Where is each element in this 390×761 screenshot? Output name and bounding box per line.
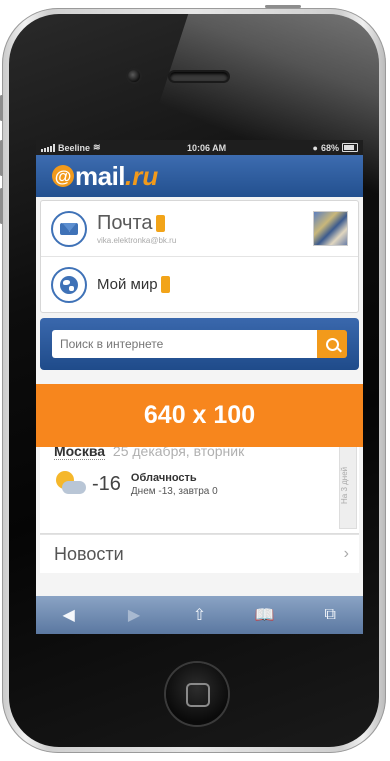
front-camera-icon [128,70,140,82]
status-time: 10:06 AM [186,142,227,153]
my-world-badge [160,276,170,293]
mail-account: vika.elektronka@bk.ru [97,236,177,245]
home-square-icon [186,683,210,707]
ad-banner[interactable]: 640 x 100 [36,384,363,447]
tabs-icon[interactable]: ⧉ [310,606,350,624]
power-button [265,5,301,8]
news-row[interactable]: Новости › [40,534,359,573]
browser-toolbar: ◀ ▶ ⇧ 📖 ⧉ [36,596,363,634]
carrier-name: Beeline [58,142,91,153]
service-row-mail[interactable]: Почта vika.elektronka@bk.ru [41,201,358,256]
chevron-right-icon: › [343,545,349,562]
services-panel: Почта vika.elektronka@bk.ru Мой мир [40,200,359,313]
avatar[interactable] [313,211,348,246]
signal-icon [41,143,55,152]
battery-percent: 68% [320,142,339,153]
wifi-icon: ≋ [93,142,101,152]
status-bar: Beeline ≋ 10:06 AM ● 68% [36,140,363,155]
my-world-icon [51,266,87,303]
volume-down-button [0,188,3,224]
app-header: @ mail .ru [36,155,363,197]
bookmarks-icon[interactable]: 📖 [245,605,285,625]
earpiece-speaker [170,72,228,81]
mail-icon [51,210,87,247]
weather-condition: Облачность [130,471,197,484]
search-bar [40,318,359,370]
weather-forecast-tab[interactable]: На 3 дней [339,441,357,529]
my-world-title: Мой мир [97,276,158,293]
volume-up-button [0,140,3,176]
search-icon [325,337,339,351]
logo-suffix[interactable]: .ru [125,161,158,192]
weather-temperature: -16 [92,472,121,495]
back-icon[interactable]: ◀ [49,605,89,625]
mail-title: Почта [97,212,153,234]
news-label: Новости [54,543,124,564]
lock-icon: ● [312,142,318,153]
logo-text[interactable]: mail [75,161,126,192]
search-button[interactable] [317,330,347,358]
home-button[interactable] [166,663,228,725]
weather-details: Днем -13, завтра 0 [130,485,218,497]
battery-icon [341,143,358,152]
weather-widget[interactable]: Москва 25 декабря, вторник -16 Облачност… [40,433,359,534]
service-row-my-world[interactable]: Мой мир [41,256,358,312]
mail-badge [155,215,165,232]
share-icon[interactable]: ⇧ [179,605,219,625]
mute-switch [0,95,3,121]
partly-cloudy-icon [54,471,86,497]
search-input[interactable] [52,330,317,358]
forward-icon[interactable]: ▶ [114,605,154,625]
ad-size-label: 640 x 100 [143,401,256,429]
mailru-at-logo-icon[interactable]: @ [52,165,74,187]
